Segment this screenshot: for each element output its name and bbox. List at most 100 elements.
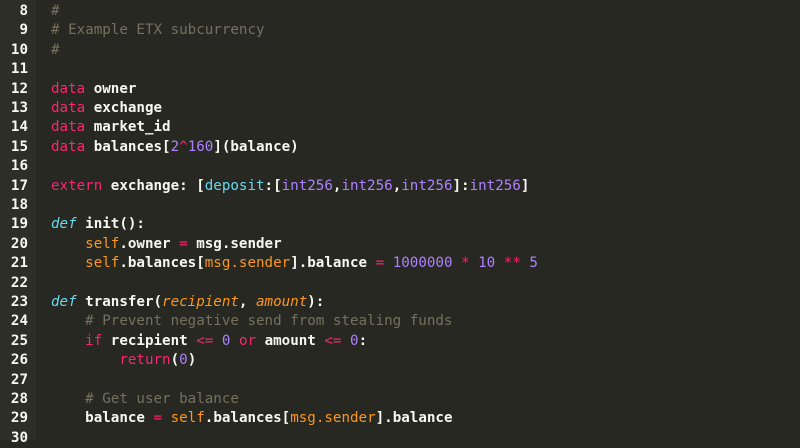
code-line[interactable]: 11 bbox=[0, 60, 800, 79]
line-number: 9 bbox=[19, 22, 28, 39]
code-token-type: int256 bbox=[401, 177, 453, 194]
code-line[interactable]: 22 bbox=[0, 274, 800, 293]
line-number: 16 bbox=[10, 158, 28, 175]
code-token-plain: market_id bbox=[85, 119, 171, 136]
code-line[interactable]: 27 bbox=[0, 371, 800, 390]
code-line[interactable]: 23 def transfer(recipient, amount): bbox=[0, 293, 800, 312]
line-number: 12 bbox=[10, 80, 28, 97]
code-text[interactable]: data owner bbox=[51, 80, 136, 99]
code-line[interactable]: 10 # bbox=[0, 41, 800, 60]
line-number: 13 bbox=[10, 100, 28, 116]
code-token-plain: ](balance) bbox=[213, 138, 299, 155]
code-text[interactable]: data exchange bbox=[51, 99, 162, 118]
code-token-self: self bbox=[85, 235, 120, 252]
code-token-param: recipient bbox=[162, 294, 239, 310]
code-token-plain: ) bbox=[187, 352, 197, 369]
code-text[interactable]: # Prevent negative send from stealing fu… bbox=[51, 312, 452, 331]
code-line[interactable]: 19 def init(): bbox=[0, 215, 800, 234]
code-line[interactable]: 24 # Prevent negative send from stealing… bbox=[0, 312, 800, 331]
code-token-self: self bbox=[85, 255, 120, 272]
code-line[interactable]: 12 data owner bbox=[0, 80, 800, 99]
line-number: 19 bbox=[10, 216, 28, 233]
code-token-plain: owner bbox=[85, 80, 137, 97]
code-token-plain: exchange: [ bbox=[102, 177, 205, 194]
code-token-number: 10 bbox=[478, 255, 496, 272]
code-line[interactable]: 14 data market_id bbox=[0, 118, 800, 137]
code-text[interactable]: def transfer(recipient, amount): bbox=[51, 293, 324, 312]
code-token-operator: = bbox=[375, 255, 385, 272]
code-text[interactable]: balance = self.balances[msg.sender].bala… bbox=[51, 409, 453, 428]
code-line[interactable]: 18 bbox=[0, 196, 800, 215]
code-line[interactable]: 8 # bbox=[0, 2, 800, 21]
code-token-plain: ( bbox=[170, 352, 180, 369]
code-editor[interactable]: 8 #9 # Example ETX subcurrency 10 #11 12 data … bbox=[0, 0, 800, 446]
code-token-plain: balances[ bbox=[85, 138, 171, 155]
code-line[interactable]: 28 # Get user balance bbox=[0, 390, 800, 409]
line-number: 30 bbox=[10, 429, 28, 446]
code-text[interactable]: return(0) bbox=[51, 351, 196, 370]
code-token-number: 5 bbox=[529, 255, 538, 272]
code-text[interactable]: data balances[2^160](balance) bbox=[51, 138, 299, 157]
code-line[interactable]: 13 data exchange bbox=[0, 99, 800, 118]
code-text[interactable]: # bbox=[51, 41, 60, 60]
code-token-keyword: data bbox=[51, 138, 86, 155]
code-text[interactable]: data market_id bbox=[51, 118, 171, 137]
code-token-operator: ^ bbox=[179, 138, 188, 155]
code-token-type: int256 bbox=[469, 177, 521, 194]
code-token-plain: ( bbox=[153, 294, 163, 310]
code-token-plain: .balances[ bbox=[204, 410, 291, 427]
line-number: 18 bbox=[10, 197, 28, 213]
code-text[interactable]: self.owner = msg.sender bbox=[51, 235, 281, 254]
code-text[interactable]: # Get user balance bbox=[51, 390, 239, 409]
line-number: 28 bbox=[10, 391, 28, 407]
code-token-plain: ].balance bbox=[375, 410, 453, 427]
code-line[interactable]: 30 bbox=[0, 429, 800, 448]
line-number: 23 bbox=[10, 294, 28, 310]
code-token-keyword: if bbox=[85, 332, 103, 349]
code-token-number: 1000000 bbox=[392, 255, 453, 272]
code-token-comment: # Example ETX subcurrency bbox=[51, 22, 265, 39]
code-text[interactable]: def init(): bbox=[51, 215, 145, 234]
code-text[interactable]: if recipient <= 0 or amount <= 0: bbox=[51, 332, 367, 351]
code-token-plain: balance bbox=[85, 410, 154, 427]
code-text[interactable]: extern exchange: [deposit:[int256,int256… bbox=[51, 177, 529, 196]
line-number: 10 bbox=[10, 41, 28, 58]
code-line[interactable]: 29 balance = self.balances[msg.sender].b… bbox=[0, 409, 800, 428]
code-line[interactable]: 20 self.owner = msg.sender bbox=[0, 235, 800, 254]
line-number: 25 bbox=[10, 332, 28, 349]
line-number: 14 bbox=[10, 119, 28, 136]
code-line[interactable]: 9 # Example ETX subcurrency bbox=[0, 21, 800, 40]
code-text[interactable]: self.balances[msg.sender].balance = 1000… bbox=[51, 254, 538, 273]
code-token-param: amount bbox=[256, 294, 308, 310]
code-token-plain: (): bbox=[119, 216, 145, 233]
code-token-builtin: deposit bbox=[204, 177, 265, 194]
code-line[interactable]: 15 data balances[2^160](balance) bbox=[0, 138, 800, 157]
code-line[interactable]: 17 extern exchange: [deposit:[int256,int2… bbox=[0, 177, 800, 196]
code-line[interactable]: 25 if recipient <= 0 or amount <= 0: bbox=[0, 332, 800, 351]
code-line[interactable]: 16 bbox=[0, 157, 800, 176]
code-token-keyword: return bbox=[119, 352, 171, 369]
code-text[interactable]: # Example ETX subcurrency bbox=[51, 21, 265, 40]
line-number: 15 bbox=[10, 138, 28, 155]
code-token-number: 0 bbox=[179, 352, 188, 369]
code-token-type: int256 bbox=[341, 177, 393, 194]
code-token-keyword: data bbox=[51, 80, 86, 97]
code-text[interactable]: # bbox=[51, 2, 60, 21]
line-number: 27 bbox=[10, 371, 28, 388]
code-token-plain: recipient bbox=[102, 332, 197, 349]
code-token-plain: : bbox=[358, 332, 368, 349]
line-number: 20 bbox=[10, 235, 28, 252]
line-number: 22 bbox=[10, 274, 28, 291]
code-token-def: def bbox=[51, 294, 77, 310]
code-token-number: 160 bbox=[187, 138, 214, 155]
code-token-type: int256 bbox=[281, 177, 333, 194]
line-number: 17 bbox=[10, 177, 28, 194]
code-line[interactable]: 26 return(0) bbox=[0, 351, 800, 370]
code-line[interactable]: 21 self.balances[msg.sender].balance = 1… bbox=[0, 254, 800, 273]
